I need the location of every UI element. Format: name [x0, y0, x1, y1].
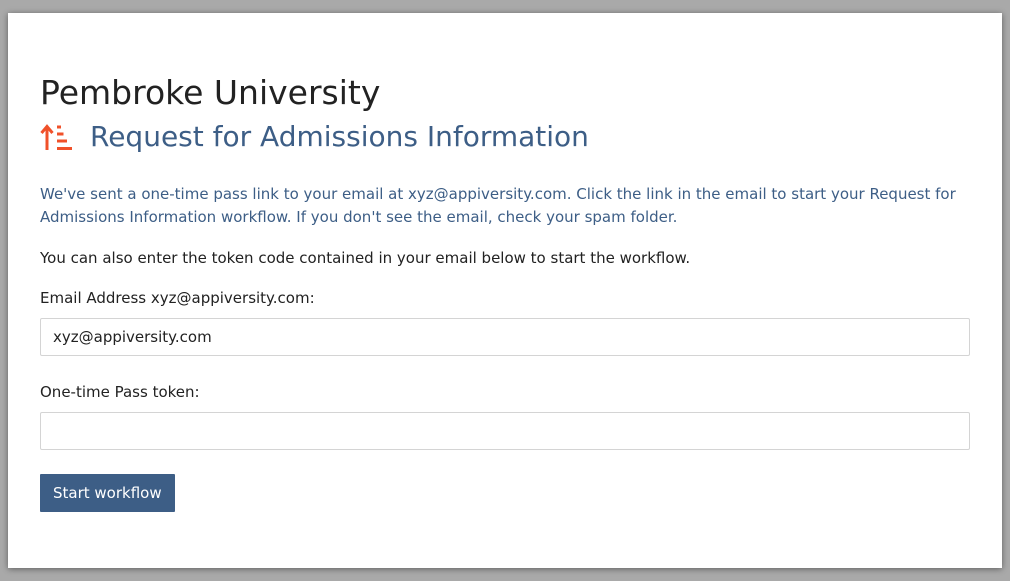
workflow-title: Request for Admissions Information — [90, 120, 589, 153]
token-instructions: You can also enter the token code contai… — [40, 249, 691, 267]
token-field-label: One-time Pass token: — [40, 383, 200, 401]
sort-ascending-icon — [40, 124, 72, 150]
university-name: Pembroke University — [40, 73, 381, 112]
token-field[interactable] — [40, 412, 970, 450]
email-field-label: Email Address xyz@appiversity.com: — [40, 289, 315, 307]
email-field[interactable] — [40, 318, 970, 356]
page-window: Pembroke University Request for Admissio… — [8, 13, 1002, 568]
workflow-title-row: Request for Admissions Information — [40, 119, 589, 155]
email-sent-notice: We've sent a one-time pass link to your … — [40, 185, 956, 226]
start-workflow-button[interactable]: Start workflow — [40, 474, 175, 512]
